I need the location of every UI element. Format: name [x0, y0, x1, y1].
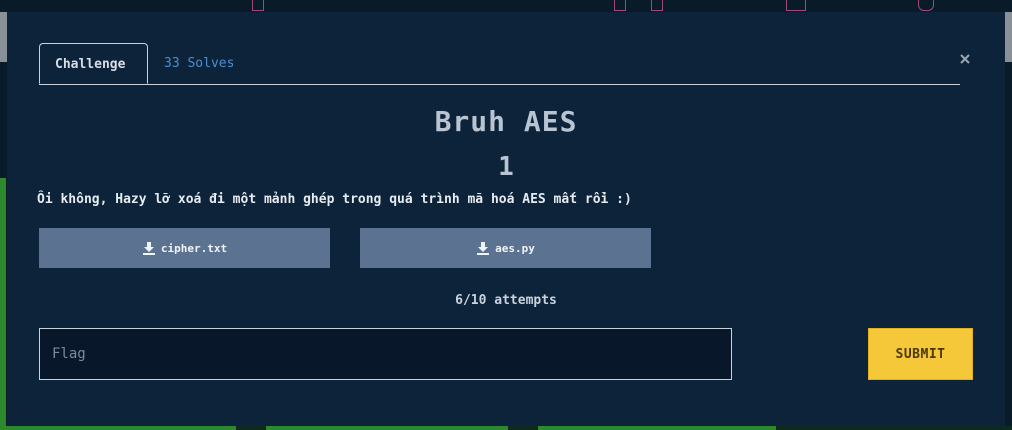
download-icon — [142, 241, 156, 255]
challenge-modal: Challenge 33 Solves Bruh AES 1 Ôi không,… — [7, 12, 1005, 427]
download-cipher-button[interactable]: cipher.txt — [39, 228, 330, 268]
backdrop-card — [0, 426, 236, 430]
submit-button[interactable]: SUBMIT — [868, 328, 973, 380]
backdrop-mark — [614, 0, 626, 11]
attempts-counter: 6/10 attempts — [455, 293, 557, 308]
flag-input[interactable] — [39, 328, 732, 380]
challenge-name: Bruh AES — [434, 105, 578, 138]
backdrop-bottom — [0, 426, 1012, 430]
backdrop-mark — [252, 0, 264, 11]
close-icon[interactable] — [958, 53, 972, 67]
backdrop-left-edge — [0, 12, 7, 62]
challenge-description: Ôi không, Hazy lỡ xoá đi một mảnh ghép t… — [37, 192, 632, 207]
file-name: cipher.txt — [160, 241, 228, 255]
file-name: aes.py — [495, 241, 535, 255]
tab-challenge[interactable]: Challenge — [39, 43, 148, 84]
download-icon — [476, 241, 490, 255]
backdrop-mark — [918, 0, 934, 11]
backdrop-card — [266, 426, 508, 430]
backdrop-card-left — [0, 178, 6, 430]
backdrop-mark — [651, 0, 663, 11]
backdrop-mark — [786, 0, 806, 11]
challenge-points: 1 — [498, 152, 514, 182]
backdrop-card — [538, 426, 776, 430]
backdrop-right-edge — [1005, 12, 1012, 62]
modal-tabs: Challenge 33 Solves — [39, 43, 960, 85]
tab-solves[interactable]: 33 Solves — [149, 43, 249, 84]
download-aes-button[interactable]: aes.py — [360, 228, 651, 268]
